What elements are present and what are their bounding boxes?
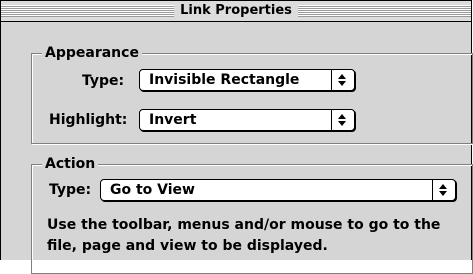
action-type-label: Type:	[49, 182, 92, 198]
appearance-type-popup[interactable]: Invisible Rectangle	[139, 69, 355, 91]
window-title: Link Properties	[174, 2, 298, 19]
link-properties-dialog: Link Properties Appearance Type: Invisib…	[0, 0, 473, 274]
action-group-label: Action	[42, 155, 99, 173]
appearance-type-value: Invisible Rectangle	[149, 72, 300, 88]
highlight-value: Invert	[149, 112, 197, 128]
up-down-arrows-icon	[439, 184, 447, 196]
appearance-type-label: Type:	[82, 73, 125, 89]
up-down-arrows-icon	[338, 74, 346, 86]
appearance-group-label: Appearance	[42, 44, 142, 62]
action-type-popup[interactable]: Go to View	[100, 179, 456, 201]
action-type-value: Go to View	[110, 182, 195, 198]
highlight-popup[interactable]: Invert	[139, 109, 355, 131]
highlight-label: Highlight:	[49, 112, 128, 128]
title-bar[interactable]: Link Properties	[1, 1, 471, 22]
action-description: Use the toolbar, menus and/or mouse to g…	[47, 217, 441, 254]
up-down-arrows-icon	[338, 114, 346, 126]
